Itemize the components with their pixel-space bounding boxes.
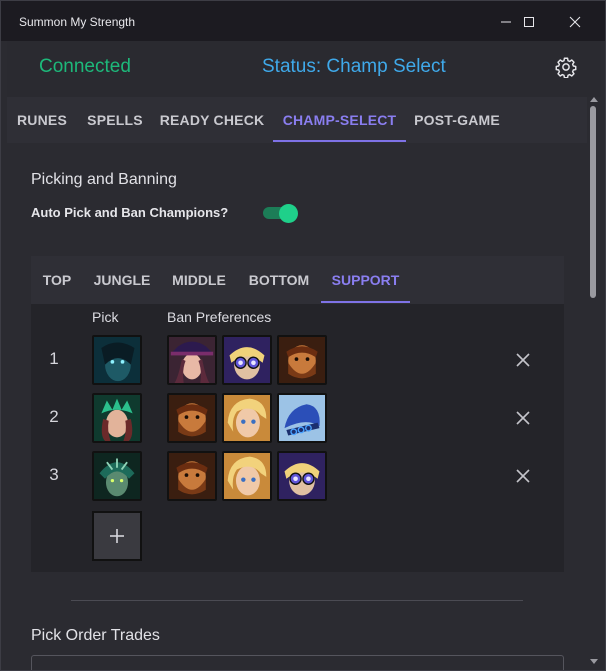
remove-row-button[interactable] xyxy=(514,467,532,485)
ban-champion-slot[interactable] xyxy=(277,451,327,501)
close-icon xyxy=(516,469,530,483)
champ-select-content: Picking and Banning Auto Pick and Ban Ch… xyxy=(7,143,585,670)
settings-button[interactable] xyxy=(553,54,579,80)
plus-icon xyxy=(110,529,124,543)
ban-champion-slot[interactable] xyxy=(277,393,327,443)
pick-champion-slot[interactable] xyxy=(92,335,142,385)
champion-portrait-brown-beard xyxy=(169,395,215,441)
tab-post-game[interactable]: POST-GAME xyxy=(406,97,508,143)
close-button[interactable] xyxy=(552,7,598,37)
ban-column-header: Ban Preferences xyxy=(167,309,272,325)
champion-portrait-brown-beard xyxy=(169,453,215,499)
role-tab-middle[interactable]: MIDDLE xyxy=(161,256,237,304)
picking-section-title: Picking and Banning xyxy=(31,171,177,188)
auto-pick-label: Auto Pick and Ban Champions? xyxy=(31,205,229,220)
pick-column-header: Pick xyxy=(92,309,119,325)
champion-portrait-goggles xyxy=(279,453,325,499)
champion-portrait-hat xyxy=(169,337,215,383)
client-status: Status: Champ Select xyxy=(262,56,446,77)
role-tab-jungle[interactable]: JUNGLE xyxy=(83,256,161,304)
ban-champion-slot[interactable] xyxy=(167,393,217,443)
auto-pick-toggle[interactable] xyxy=(261,204,299,223)
maximize-button[interactable] xyxy=(506,7,552,37)
ban-champion-slot[interactable] xyxy=(222,393,272,443)
window-title: Summon My Strength xyxy=(19,15,136,29)
ban-champion-slot[interactable] xyxy=(167,451,217,501)
gear-icon xyxy=(555,57,577,78)
close-icon xyxy=(516,411,530,425)
pick-champion-slot[interactable] xyxy=(92,393,142,443)
ban-champion-slot[interactable] xyxy=(277,335,327,385)
role-tab-top[interactable]: TOP xyxy=(31,256,83,304)
row-number: 3 xyxy=(49,465,59,484)
ban-champion-slot[interactable] xyxy=(222,335,272,385)
pick-champion-slot[interactable] xyxy=(92,451,142,501)
app-window: Summon My Strength Connected Status: Cha… xyxy=(0,0,606,671)
remove-row-button[interactable] xyxy=(514,351,532,369)
tab-spells[interactable]: SPELLS xyxy=(77,97,153,143)
add-row-button[interactable] xyxy=(92,511,142,561)
tab-champ-select[interactable]: CHAMP-SELECT xyxy=(273,97,406,143)
champion-portrait-blonde xyxy=(224,395,270,441)
scrollbar-thumb[interactable] xyxy=(590,106,596,298)
title-bar: Summon My Strength xyxy=(1,1,605,41)
connection-status: Connected xyxy=(39,56,131,77)
champion-portrait-blonde xyxy=(224,453,270,499)
scroll-up-button[interactable] xyxy=(589,95,599,103)
row-number: 1 xyxy=(49,349,59,368)
main-tabs: RUNES SPELLS READY CHECK CHAMP-SELECT PO… xyxy=(7,97,601,143)
trades-field[interactable] xyxy=(31,655,564,670)
status-header: Connected Status: Champ Select xyxy=(7,41,601,97)
section-divider xyxy=(71,600,523,601)
role-tab-support[interactable]: SUPPORT xyxy=(321,256,410,304)
caret-down-icon xyxy=(590,659,598,664)
close-icon xyxy=(516,353,530,367)
champion-portrait-blue-chains xyxy=(279,395,325,441)
maximize-icon xyxy=(524,17,534,27)
champion-portrait-green-crown xyxy=(94,395,140,441)
champion-portrait-brown-beard xyxy=(279,337,325,383)
ban-champion-slot[interactable] xyxy=(222,451,272,501)
champion-portrait-dark-teal xyxy=(94,337,140,383)
role-tabs: TOP JUNGLE MIDDLE BOTTOM SUPPORT xyxy=(31,256,564,304)
ban-champion-slot[interactable] xyxy=(167,335,217,385)
row-number: 2 xyxy=(49,407,59,426)
close-icon xyxy=(569,16,581,28)
trades-section-title: Pick Order Trades xyxy=(31,627,160,644)
caret-up-icon xyxy=(590,97,598,102)
scroll-down-button[interactable] xyxy=(589,658,599,666)
role-panel: TOP JUNGLE MIDDLE BOTTOM SUPPORT Pick Ba… xyxy=(31,256,564,572)
champion-portrait-goggles xyxy=(224,337,270,383)
toggle-knob xyxy=(279,204,298,223)
remove-row-button[interactable] xyxy=(514,409,532,427)
tab-runes[interactable]: RUNES xyxy=(7,97,77,143)
champion-portrait-serpent xyxy=(94,453,140,499)
tab-ready-check[interactable]: READY CHECK xyxy=(153,97,271,143)
role-tab-bottom[interactable]: BOTTOM xyxy=(237,256,321,304)
